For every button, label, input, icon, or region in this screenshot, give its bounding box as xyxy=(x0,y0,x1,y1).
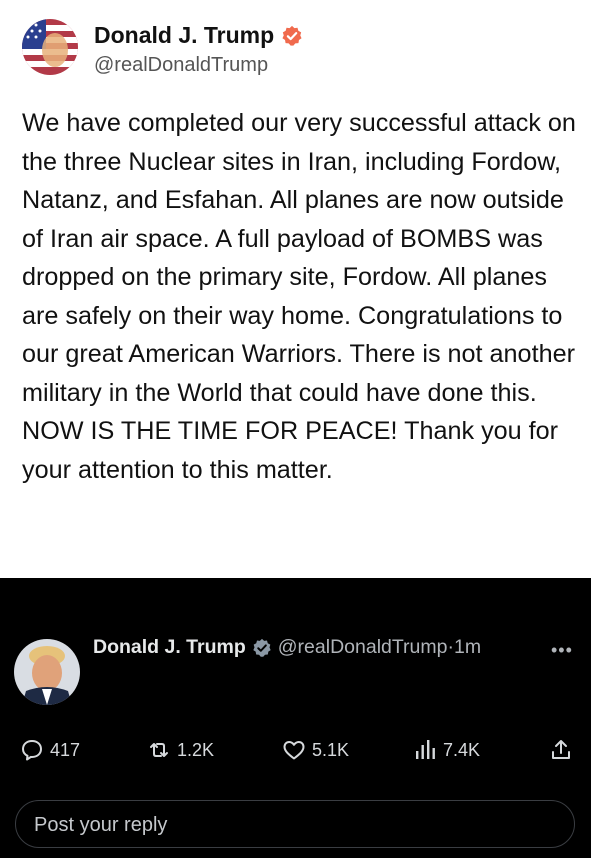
reply-placeholder: Post your reply xyxy=(34,814,168,836)
reply-button[interactable]: 417 xyxy=(20,738,80,762)
reply-icon xyxy=(22,740,42,761)
avatar[interactable] xyxy=(22,19,78,75)
avatar-image xyxy=(22,19,78,75)
avatar[interactable] xyxy=(14,639,80,705)
author-handle[interactable]: @realDonaldTrump xyxy=(94,54,268,77)
repost-icon xyxy=(150,743,168,757)
tweet-meta: Donald J. Trump @realDonaldTrump · 1m xyxy=(93,636,481,659)
reply-input[interactable]: Post your reply xyxy=(15,800,575,848)
views-button[interactable]: 7.4K xyxy=(413,738,480,762)
action-bar: 417 1.2K 5.1K 7.4K xyxy=(0,738,591,774)
share-button[interactable] xyxy=(549,738,573,762)
repost-button[interactable]: 1.2K xyxy=(147,738,214,762)
reply-count: 417 xyxy=(50,739,81,760)
share-icon xyxy=(552,740,570,759)
author-name-row: Donald J. Trump xyxy=(94,22,303,49)
like-button[interactable]: 5.1K xyxy=(282,738,349,762)
post-text: We have completed our very successful at… xyxy=(22,109,576,484)
heart-icon xyxy=(283,741,305,760)
views-count: 7.4K xyxy=(443,739,481,760)
views-icon xyxy=(416,740,435,759)
repost-count: 1.2K xyxy=(177,739,215,760)
like-count: 5.1K xyxy=(312,739,350,760)
more-options-icon[interactable]: ••• xyxy=(551,640,573,661)
top-post-card: Donald J. Trump @realDonaldTrump We have… xyxy=(0,0,591,578)
timestamp[interactable]: 1m xyxy=(454,636,481,659)
author-name[interactable]: Donald J. Trump xyxy=(94,22,274,49)
avatar-image xyxy=(14,639,80,705)
tweet-card: Donald J. Trump @realDonaldTrump · 1m ••… xyxy=(0,578,591,858)
author-name[interactable]: Donald J. Trump xyxy=(93,636,246,659)
verified-badge-icon xyxy=(282,25,302,46)
author-handle[interactable]: @realDonaldTrump xyxy=(278,636,448,659)
verified-badge-icon xyxy=(253,638,271,657)
